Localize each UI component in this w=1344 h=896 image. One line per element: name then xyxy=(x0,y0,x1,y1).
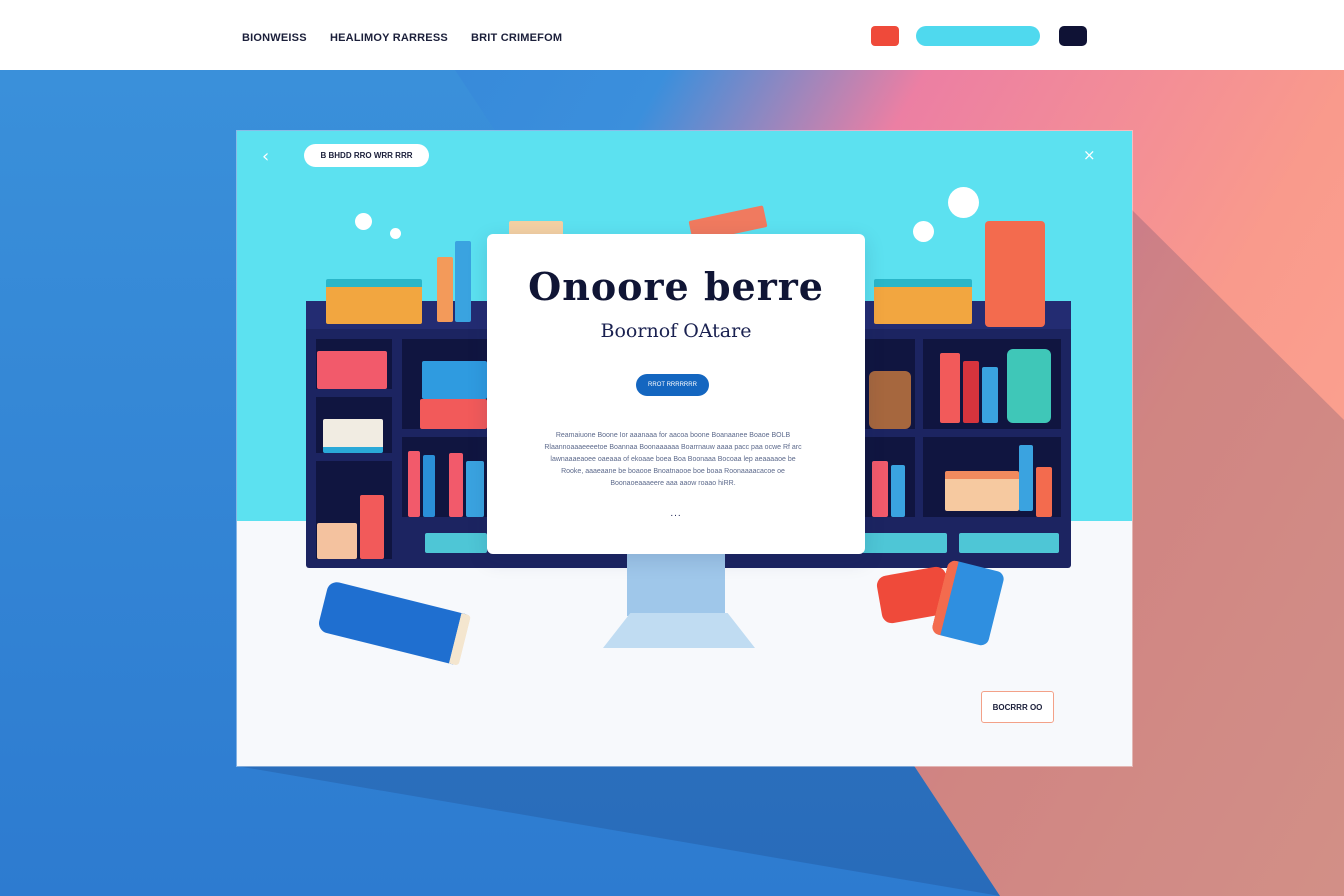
book xyxy=(422,361,487,399)
shelf-bottom-strip xyxy=(862,533,947,553)
popup-body-text: Reamaiuone Boone Ior aaanaaa for aacoa b… xyxy=(544,432,802,487)
top-navigation-bar: BIONWEISS HEALIMOY RARRESS BRIT CRIMEFOM xyxy=(0,0,1344,70)
footer-button-label: BOCRRR OO xyxy=(992,702,1043,712)
popup-action-button-label: RROT RRRRRRR xyxy=(648,382,697,388)
bubble-decoration xyxy=(913,221,934,242)
bubble-decoration xyxy=(390,228,401,239)
book xyxy=(449,453,463,517)
close-icon[interactable]: × xyxy=(1083,148,1096,163)
book xyxy=(982,367,998,423)
navy-action-button[interactable] xyxy=(1059,26,1087,46)
book-stack xyxy=(874,279,972,324)
book xyxy=(360,495,384,559)
book-tall xyxy=(985,221,1045,327)
cyan-action-button[interactable] xyxy=(916,26,1040,46)
book xyxy=(1036,467,1052,517)
book xyxy=(317,351,387,389)
card-pill-label[interactable]: B BHDD RRO WRR RRR xyxy=(304,144,429,167)
book xyxy=(1007,349,1051,423)
book xyxy=(940,353,960,423)
popup-dialog: Onoore berre Boornof OAtare RROT RRRRRRR… xyxy=(487,234,865,554)
card-pill-text: B BHDD RRO WRR RRR xyxy=(320,151,413,160)
book xyxy=(1019,445,1033,511)
footer-button[interactable]: BOCRRR OO xyxy=(981,691,1054,723)
book xyxy=(408,451,420,517)
main-card: ‹ B BHDD RRO WRR RRR × Onoore berre Boor… xyxy=(237,131,1132,766)
shelf-bottom-strip xyxy=(425,533,487,553)
nav-link-1[interactable]: BIONWEISS xyxy=(242,32,307,44)
monitor-stand xyxy=(627,554,725,616)
popup-action-button[interactable]: RROT RRRRRRR xyxy=(636,374,709,396)
book xyxy=(891,465,905,517)
book xyxy=(423,455,435,517)
nav-link-3[interactable]: BRIT CRIMEFOM xyxy=(471,32,562,44)
more-dots-icon[interactable]: ... xyxy=(487,508,865,519)
book-stack xyxy=(945,471,1019,511)
book xyxy=(466,461,484,517)
book xyxy=(869,371,911,429)
book xyxy=(963,361,979,423)
nav-link-2[interactable]: HEALIMOY RARRESS xyxy=(330,32,448,44)
back-arrow-icon[interactable]: ‹ xyxy=(262,148,269,166)
book xyxy=(317,523,357,559)
bubble-decoration xyxy=(355,213,372,230)
red-action-button[interactable] xyxy=(871,26,899,46)
shelf-bottom-strip xyxy=(959,533,1059,553)
book xyxy=(323,419,383,453)
book-stack xyxy=(326,279,422,324)
bubble-decoration xyxy=(948,187,979,218)
book xyxy=(455,241,471,322)
book xyxy=(872,461,888,517)
popup-title: Onoore berre xyxy=(528,264,824,309)
popup-subtitle: Boornof OAtare xyxy=(600,320,752,342)
book xyxy=(420,399,487,429)
book xyxy=(437,257,453,322)
